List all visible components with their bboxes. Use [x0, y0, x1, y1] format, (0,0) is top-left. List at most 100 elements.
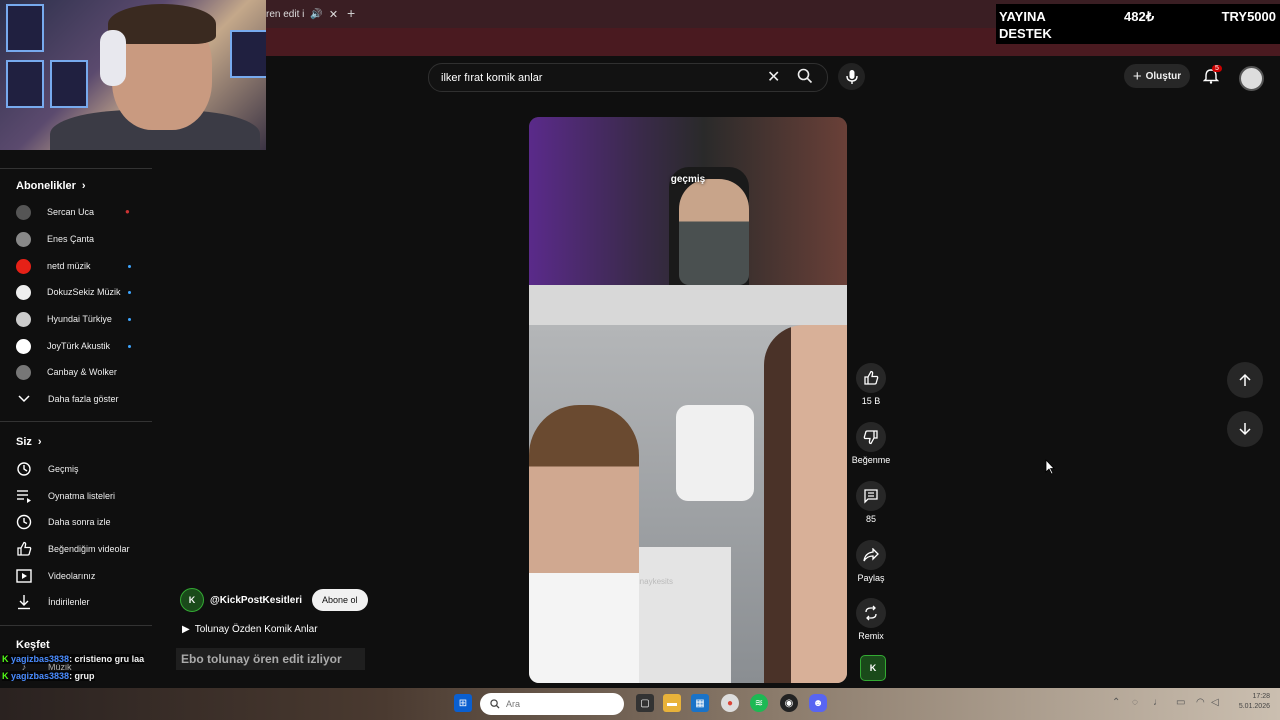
thumbs-up-icon	[16, 541, 32, 557]
you-heading[interactable]: Siz ›	[16, 436, 42, 448]
sidebar-item-playlists[interactable]: Oynatma listeleri	[16, 485, 146, 507]
air-fryer	[676, 405, 754, 501]
sidebar-item-liked-videos[interactable]: Beğendiğim videolar	[16, 538, 146, 560]
channel-avatar	[16, 338, 31, 354]
thumbs-down-icon[interactable]	[856, 422, 886, 452]
search-input[interactable]	[439, 67, 763, 89]
person-right	[764, 325, 847, 683]
subscription-item[interactable]: Hyundai Türkiye	[16, 308, 146, 330]
donation-line1: YAYINA	[999, 9, 1046, 24]
channel-avatar	[16, 284, 31, 300]
video-cabinet	[529, 285, 847, 326]
account-avatar[interactable]	[1239, 66, 1264, 91]
clock-time: 17:28	[1252, 693, 1270, 700]
microphone-tray-icon[interactable]: ♩	[1153, 697, 1163, 708]
chat-text: : grup	[69, 671, 95, 681]
new-content-dot	[128, 318, 131, 321]
remix-button[interactable]: Remix	[848, 598, 894, 641]
previous-video-button[interactable]	[1227, 362, 1263, 398]
sidebar-item-watch-later[interactable]: Daha sonra izle	[16, 511, 146, 533]
channel-logo-icon[interactable]: K	[860, 655, 886, 681]
next-video-button[interactable]	[1227, 411, 1263, 447]
wall-poster	[6, 4, 44, 52]
close-tab-icon[interactable]: ✕	[329, 8, 338, 21]
video-bottom-scene: Tolunaykesits	[529, 325, 847, 683]
subscription-item[interactable]: Canbay & Wolker	[16, 361, 146, 383]
notifications-button[interactable]: 5	[1202, 65, 1222, 89]
download-icon	[16, 594, 32, 610]
show-more-button[interactable]: Daha fazla göster	[16, 388, 146, 410]
sidebar-item-history[interactable]: Geçmiş	[16, 458, 146, 480]
sidebar-item-your-videos[interactable]: Videolarınız	[16, 565, 146, 587]
channel-avatar	[16, 204, 31, 220]
channel-avatar[interactable]: K	[180, 588, 204, 612]
new-content-dot	[128, 265, 131, 268]
chrome-icon[interactable]: ●	[721, 694, 739, 712]
windows-start-icon[interactable]: ⊞	[454, 694, 472, 712]
shorts-video-player[interactable]: geçmiş Tolunaykesits	[529, 117, 847, 683]
donation-amount: 482₺	[1124, 9, 1154, 24]
task-view-icon[interactable]: ▢	[636, 694, 654, 712]
remix-icon[interactable]	[856, 598, 886, 628]
microphone-icon[interactable]	[838, 63, 865, 90]
wall-poster	[6, 60, 44, 108]
notification-badge: 5	[1212, 65, 1222, 72]
channel-info: K @KickPostKesitleri Abone ol	[180, 588, 368, 612]
webcam-overlay	[0, 0, 266, 150]
share-button[interactable]: Paylaş	[848, 540, 894, 583]
create-button[interactable]: + Oluştur	[1124, 64, 1190, 88]
browser-tab[interactable]: ren edit i 🔊 ✕	[266, 4, 340, 24]
tray-expand-icon[interactable]: ⌃	[1112, 697, 1120, 708]
comment-icon[interactable]	[856, 481, 886, 511]
subscribe-button[interactable]: Abone ol	[312, 589, 368, 611]
search-icon	[490, 699, 500, 709]
remix-label: Remix	[858, 631, 884, 641]
playlist-title: Tolunay Özden Komik Anlar	[194, 624, 318, 635]
stream-title-overlay: Ebo tolunay ören edit izliyor	[176, 648, 365, 670]
spotify-icon[interactable]: ≋	[750, 694, 768, 712]
chevron-right-icon: ›	[81, 180, 86, 192]
volume-icon[interactable]: ◁	[1211, 697, 1219, 708]
playlist-link[interactable]: ▶ Tolunay Özden Komik Anlar	[182, 624, 318, 635]
dislike-button[interactable]: Beğenme	[848, 422, 894, 465]
sidebar-item-downloads[interactable]: İndirilenler	[16, 591, 146, 613]
explore-heading: Keşfet	[16, 639, 50, 651]
search-icon[interactable]	[797, 68, 813, 89]
taskbar-clock[interactable]: 17:28 5.01.2026	[1228, 692, 1270, 712]
network-icon[interactable]: ▭	[1176, 697, 1185, 708]
share-label: Paylaş	[857, 573, 885, 583]
divider	[0, 421, 152, 422]
subscription-item[interactable]: Enes Çanta	[16, 228, 146, 250]
steam-icon[interactable]: ◉	[780, 694, 798, 712]
subscription-item[interactable]: JoyTürk Akustik	[16, 335, 146, 357]
store-icon[interactable]: ▦	[691, 694, 709, 712]
subscription-item[interactable]: DokuzSekiz Müzik	[16, 281, 146, 303]
thumbs-up-icon[interactable]	[856, 363, 886, 393]
new-tab-button[interactable]: +	[347, 5, 355, 21]
chat-username: yagizbas3838	[11, 654, 70, 664]
new-content-dot	[128, 291, 131, 294]
wall-poster	[50, 60, 88, 108]
streamer-in-video	[679, 179, 749, 285]
file-explorer-icon[interactable]: ▬	[663, 694, 681, 712]
tray-app-icon[interactable]: ◌	[1132, 697, 1138, 708]
kick-icon: K	[2, 671, 9, 681]
headphones	[100, 30, 126, 86]
mouse-cursor-icon	[1045, 458, 1055, 480]
wifi-icon[interactable]: ◠	[1196, 697, 1205, 708]
subscription-item[interactable]: netd müzik	[16, 255, 146, 277]
chat-username: yagizbas3838	[11, 671, 70, 681]
share-icon[interactable]	[856, 540, 886, 570]
taskbar-search-placeholder: Ara	[506, 699, 521, 709]
like-button[interactable]: 15 B	[848, 363, 894, 406]
wall-poster	[230, 30, 266, 78]
taskbar-search[interactable]: Ara	[480, 693, 624, 715]
chevron-down-icon	[16, 391, 32, 407]
video-caption: geçmiş	[670, 174, 706, 185]
comments-button[interactable]: 85	[848, 481, 894, 524]
channel-handle[interactable]: @KickPostKesitleri	[210, 595, 302, 606]
clear-search-icon[interactable]: ✕	[767, 67, 780, 87]
arrow-up-icon	[1239, 373, 1251, 386]
discord-icon[interactable]: ☻	[809, 694, 827, 712]
subscriptions-heading[interactable]: Abonelikler ›	[16, 180, 86, 192]
